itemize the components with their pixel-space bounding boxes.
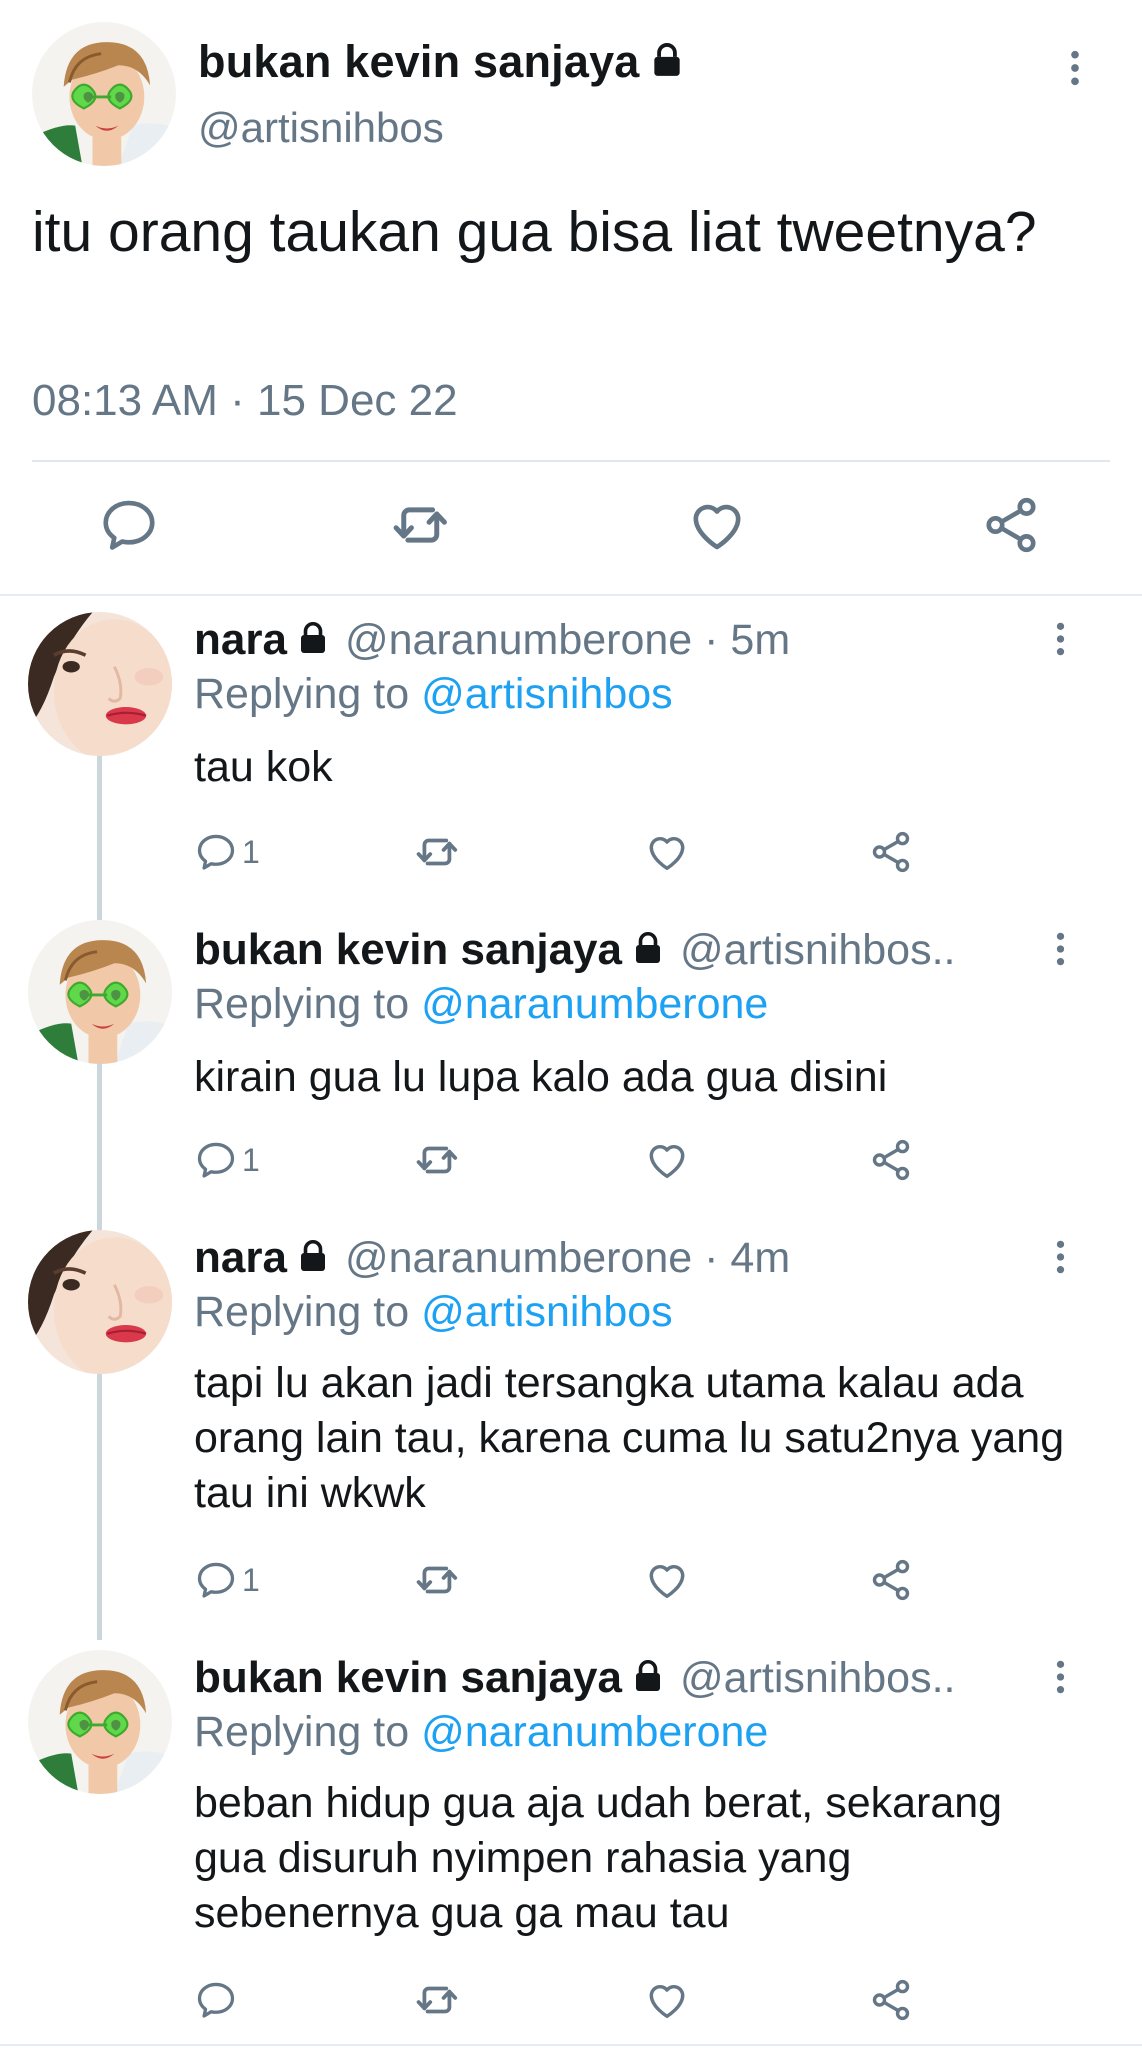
retweet-icon[interactable] (414, 824, 464, 880)
avatar[interactable] (28, 612, 172, 756)
replying-to: Replying to @artisnihbos (194, 1288, 673, 1337)
divider (0, 2044, 1142, 2046)
reply-icon (194, 1558, 238, 1602)
handle[interactable]: @artisnihbos.. (680, 926, 956, 975)
avatar[interactable] (28, 1230, 172, 1374)
lock-icon (295, 620, 331, 661)
retweet-icon[interactable] (414, 1132, 464, 1188)
replying-to: Replying to @naranumberone (194, 1708, 768, 1757)
reply-count: 1 (242, 833, 260, 870)
like-icon[interactable] (644, 1972, 690, 2028)
mention-link[interactable]: @artisnihbos (421, 1288, 673, 1336)
retweet-icon[interactable] (414, 1552, 464, 1608)
share-icon[interactable] (868, 1972, 914, 2028)
display-name[interactable]: bukan kevin sanjaya (198, 36, 640, 88)
like-icon[interactable] (644, 1552, 690, 1608)
reply-header: bukan kevin sanjaya @artisnihbos.. (194, 1650, 956, 1706)
reply-header: bukan kevin sanjaya @artisnihbos.. (194, 922, 956, 978)
handle[interactable]: @artisnihbos (198, 104, 444, 152)
lock-icon (295, 1238, 331, 1279)
avatar[interactable] (32, 22, 176, 166)
retweet-icon[interactable] (388, 490, 458, 560)
thread-line (97, 756, 102, 1640)
retweet-icon[interactable] (414, 1972, 464, 2028)
reply-count: 1 (242, 1561, 260, 1598)
display-name[interactable]: nara (194, 615, 287, 665)
reply-icon[interactable] (94, 490, 164, 560)
replying-label: Replying to (194, 1288, 422, 1336)
divider (32, 460, 1110, 462)
more-options-icon[interactable] (1054, 1238, 1080, 1278)
more-options-icon[interactable] (1054, 1658, 1080, 1698)
reply-icon (194, 830, 238, 874)
handle[interactable]: @naranumberone · 5m (345, 616, 790, 665)
share-icon[interactable] (868, 1552, 914, 1608)
main-tweet: bukan kevin sanjaya @artisnihbos itu ora… (0, 0, 1142, 596)
share-icon[interactable] (868, 824, 914, 880)
more-options-icon[interactable] (1054, 930, 1080, 970)
reply-header: nara @naranumberone · 4m (194, 1230, 790, 1286)
reply-text: beban hidup gua aja udah berat, sekarang… (194, 1779, 1003, 1937)
reply-icon[interactable] (194, 1972, 238, 2028)
reply-actions (0, 1972, 1142, 2028)
more-options-icon[interactable] (1054, 620, 1080, 660)
display-name[interactable]: bukan kevin sanjaya (194, 1653, 622, 1703)
display-name[interactable]: bukan kevin sanjaya (194, 925, 622, 975)
reply-actions: 1 (0, 1552, 1142, 1608)
mention-link[interactable]: @naranumberone (421, 980, 768, 1028)
avatar[interactable] (28, 920, 172, 1064)
share-icon[interactable] (868, 1132, 914, 1188)
handle[interactable]: @artisnihbos.. (680, 1654, 956, 1703)
reply-button[interactable]: 1 (194, 1132, 260, 1188)
tweet-text: itu orang taukan gua bisa liat tweetnya? (32, 200, 1037, 264)
reply-icon (194, 1138, 238, 1182)
reply-text: tapi lu akan jadi tersangka utama kalau … (194, 1359, 1065, 1517)
tweet-actions (0, 490, 1142, 570)
lock-icon (648, 41, 686, 84)
tweet-timestamp[interactable]: 08:13 AM · 15 Dec 22 (32, 376, 458, 426)
reply-button[interactable]: 1 (194, 824, 260, 880)
like-icon[interactable] (644, 824, 690, 880)
reply-button[interactable]: 1 (194, 1552, 260, 1608)
like-icon[interactable] (682, 490, 752, 560)
display-name[interactable]: nara (194, 1233, 287, 1283)
reply-text: tau kok (194, 743, 333, 791)
share-icon[interactable] (976, 490, 1046, 560)
replying-label: Replying to (194, 670, 422, 718)
mention-link[interactable]: @naranumberone (421, 1708, 768, 1756)
reply-count: 1 (242, 1141, 260, 1178)
author-name-row: bukan kevin sanjaya (198, 30, 686, 94)
divider (0, 594, 1142, 596)
reply-actions: 1 (0, 1132, 1142, 1188)
more-options-icon[interactable] (1068, 48, 1096, 88)
reply-header: nara @naranumberone · 5m (194, 612, 790, 668)
handle[interactable]: @naranumberone · 4m (345, 1234, 790, 1283)
mention-link[interactable]: @artisnihbos (421, 670, 673, 718)
reply-text: kirain gua lu lupa kalo ada gua disini (194, 1053, 888, 1101)
reply-actions: 1 (0, 824, 1142, 880)
replying-label: Replying to (194, 980, 422, 1028)
replying-label: Replying to (194, 1708, 422, 1756)
lock-icon (630, 1658, 666, 1699)
lock-icon (630, 930, 666, 971)
replying-to: Replying to @naranumberone (194, 980, 768, 1029)
avatar[interactable] (28, 1650, 172, 1794)
like-icon[interactable] (644, 1132, 690, 1188)
replying-to: Replying to @artisnihbos (194, 670, 673, 719)
